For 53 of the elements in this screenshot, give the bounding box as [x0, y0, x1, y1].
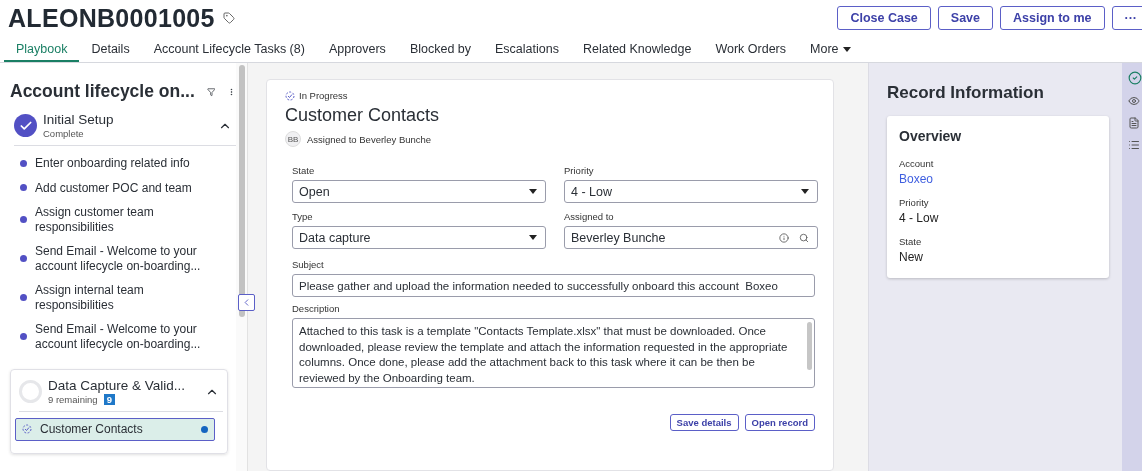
card-title: Overview — [899, 128, 963, 144]
record-number: ALEONB0001005 — [8, 3, 215, 33]
field-label: Subject — [292, 259, 325, 270]
assignee-text: Assigned to Beverley Bunche — [307, 133, 432, 145]
tab[interactable]: Account Lifecycle Tasks (8) — [141, 36, 317, 62]
account-link[interactable]: Boxeo — [899, 172, 1097, 186]
tab[interactable]: Approvers — [316, 36, 398, 62]
playbook-title: Account lifecycle on... — [10, 81, 195, 102]
task-title: Customer Contacts — [285, 105, 441, 126]
count-badge: 9 — [103, 394, 115, 405]
action-button[interactable]: Close Case — [837, 6, 931, 30]
stage-status: Complete — [43, 128, 84, 139]
tab[interactable]: Blocked by — [397, 36, 484, 62]
select-field[interactable]: Data capture — [292, 226, 546, 249]
tab[interactable]: Details — [79, 36, 142, 62]
task-item[interactable]: Assign customer team responsibilities — [20, 205, 220, 234]
stage-title: Initial Setup — [43, 112, 115, 127]
tab[interactable]: Playbook — [4, 36, 80, 62]
task-item[interactable]: Send Email - Welcome to your account lifecycle on-boarding... — [20, 322, 220, 351]
tab[interactable]: Work Orders — [703, 36, 798, 62]
field-label: Description — [292, 303, 341, 314]
task-item[interactable]: Send Email - Welcome to your account lifecycle on-boarding... — [20, 244, 220, 273]
select-field[interactable]: 4 - Low — [564, 180, 818, 203]
field-value: 4 - Low — [899, 211, 940, 225]
stage-title: Data Capture & Valid... — [48, 378, 187, 393]
field-label: State — [899, 236, 923, 247]
field-label: State — [292, 165, 316, 176]
tab[interactable]: More — [798, 36, 863, 62]
task-item[interactable]: Enter onboarding related info — [20, 156, 220, 171]
field-label: Type — [292, 211, 314, 222]
action-button[interactable]: Save — [937, 6, 993, 30]
field-label: Account — [899, 158, 935, 169]
input-field[interactable]: Please gather and upload the information needed to successfully onboard this account Boxeo — [292, 274, 815, 297]
field-label: Assigned to — [564, 211, 615, 222]
action-button[interactable]: Save details — [669, 414, 739, 431]
task-item[interactable]: Add customer POC and team — [20, 180, 220, 195]
panel-title: Record Information — [887, 83, 1045, 103]
task-status: In Progress — [299, 90, 348, 101]
tab[interactable]: Escalations — [483, 36, 571, 62]
action-button[interactable]: ··· — [1111, 6, 1142, 30]
field-value: New — [899, 250, 924, 264]
avatar: BB — [285, 131, 301, 147]
task-item[interactable]: Assign internal team responsibilities — [20, 283, 220, 312]
stage-status: 9 remaining — [48, 394, 98, 405]
input-field[interactable]: Beverley Bunche — [564, 226, 818, 249]
select-field[interactable]: Open — [292, 180, 546, 203]
field-label: Priority — [899, 197, 930, 208]
task-item[interactable]: Customer Contacts — [15, 418, 215, 441]
tab[interactable]: Related Knowledge — [570, 36, 704, 62]
action-button[interactable]: Open record — [744, 414, 815, 431]
description-field[interactable]: Attached to this task is a template "Contacts Template.xlsx" that must be downloaded. Once downloaded, please review the template and attach the information requested in the appropriate columns. Once done, please add the attachment back to this task where it can be then be reviewed by the Onboarding team. — [292, 318, 815, 388]
action-button[interactable]: Assign to me — [1000, 6, 1105, 30]
field-label: Priority — [564, 165, 595, 176]
